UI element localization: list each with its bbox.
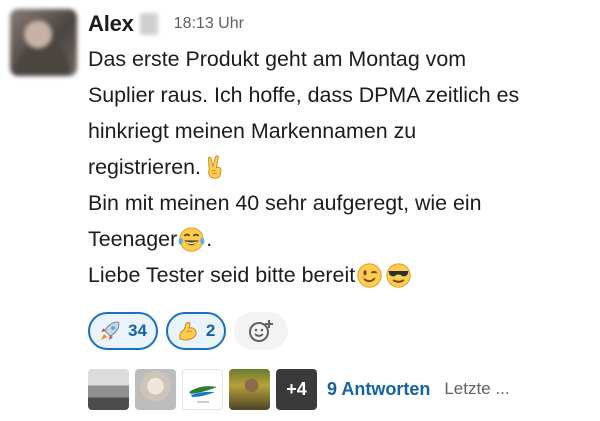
reply-avatar [182, 368, 223, 410]
reaction-count: 34 [128, 321, 147, 340]
message-line-text: . [206, 227, 213, 251]
more-repliers-count: +4 [276, 368, 317, 410]
reaction-rocket-button[interactable]: 34 [88, 312, 158, 350]
message-line-text: Bin mit meinen 40 sehr aufgeregt, wie ei… [88, 191, 482, 215]
tears-of-joy-emoji [178, 226, 205, 252]
timestamp[interactable]: 18:13 Uhr [174, 15, 244, 33]
winking-face-emoji [357, 262, 382, 288]
message-header: Alex 18:13 Uhr [88, 8, 244, 40]
author-avatar[interactable] [10, 9, 77, 76]
message-line-text: hinkriegt meinen Markennamen zu [88, 119, 417, 143]
reply-avatar [88, 368, 129, 410]
message-line: Teenager . [88, 221, 593, 257]
message-line-text: Teenager [88, 227, 178, 251]
replies-link[interactable]: 9 Antworten [327, 379, 430, 400]
victory-hand-emoji [207, 154, 222, 179]
message: Alex 18:13 Uhr Das erste Produkt geht am… [0, 0, 600, 421]
message-line-text: registrieren. [88, 155, 201, 179]
leaf-logo-icon [189, 385, 217, 402]
last-reply-label: Letzte ... [444, 379, 510, 398]
message-line-text: Das erste Produkt geht am Montag vom [88, 47, 467, 71]
reaction-count: 2 [205, 321, 216, 340]
reply-avatar [229, 368, 270, 410]
reaction-biceps-button[interactable]: 2 [165, 312, 227, 350]
message-line: Liebe Tester seid bitte bereit [88, 257, 593, 293]
message-line: Suplier raus. Ich hoffe, dass DPMA zeitl… [88, 77, 593, 113]
message-line: hinkriegt meinen Markennamen zu [88, 113, 593, 149]
author-name-redaction [139, 13, 158, 35]
author-name[interactable]: Alex [88, 11, 134, 37]
thread-summary[interactable]: +4 9 Antworten Letzte ... [88, 368, 510, 410]
rocket-icon [101, 321, 120, 340]
add-reaction-icon [249, 320, 274, 342]
add-reaction-button[interactable] [234, 312, 289, 350]
message-line: Bin mit meinen 40 sehr aufgeregt, wie ei… [88, 185, 593, 221]
message-line: Das erste Produkt geht am Montag vom [88, 41, 593, 77]
smiling-face-with-sunglasses-emoji [386, 262, 411, 288]
message-line-text: Suplier raus. Ich hoffe, dass DPMA zeitl… [88, 83, 520, 107]
flexed-biceps-icon [179, 322, 197, 341]
message-body: Das erste Produkt geht am Montag vom Sup… [88, 41, 593, 293]
reply-avatar [135, 368, 176, 410]
reactions-bar: 34 2 [88, 312, 289, 350]
message-line-text: Liebe Tester seid bitte bereit [88, 263, 356, 287]
message-line: registrieren. [88, 149, 593, 185]
